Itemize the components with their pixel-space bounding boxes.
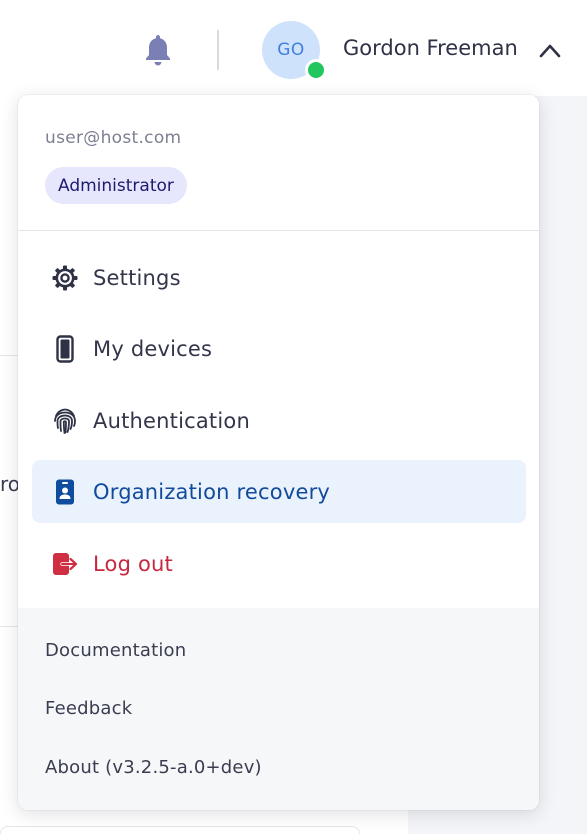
documentation-link[interactable]: Documentation: [45, 640, 186, 661]
logout-icon: [51, 550, 79, 578]
id-badge-icon: [51, 478, 79, 506]
user-menu-dropdown: user@host.com Administrator Settings My …: [18, 95, 539, 810]
role-badge-label: Administrator: [58, 175, 174, 196]
header-divider: [217, 30, 219, 70]
smartphone-icon: [51, 334, 79, 363]
menu-item-label: Settings: [93, 265, 181, 290]
menu-item-label: Organization recovery: [93, 479, 331, 504]
role-badge: Administrator: [45, 167, 187, 204]
gear-icon: [51, 264, 79, 292]
background-bottom-card: [0, 826, 360, 834]
avatar-initials: GO: [277, 40, 305, 60]
bell-icon[interactable]: [142, 33, 174, 67]
menu-item-my-devices[interactable]: My devices: [32, 317, 526, 380]
fingerprint-icon: [51, 407, 79, 435]
menu-item-authentication[interactable]: Authentication: [32, 389, 526, 452]
menu-item-log-out[interactable]: Log out: [32, 532, 526, 595]
user-name[interactable]: Gordon Freeman: [343, 36, 518, 60]
online-status-indicator: [305, 59, 327, 81]
menu-item-label: Authentication: [93, 408, 250, 433]
top-header: GO Gordon Freeman: [0, 0, 587, 96]
menu-item-settings[interactable]: Settings: [32, 246, 526, 309]
feedback-link[interactable]: Feedback: [45, 698, 132, 719]
about-link[interactable]: About (v3.2.5-a.0+dev): [45, 757, 262, 778]
chevron-up-icon[interactable]: [538, 40, 562, 60]
menu-item-label: Log out: [93, 551, 173, 576]
menu-separator: [18, 230, 539, 231]
menu-footer: Documentation Feedback About (v3.2.5-a.0…: [18, 608, 539, 810]
user-email: user@host.com: [45, 128, 182, 148]
menu-item-label: My devices: [93, 336, 213, 361]
menu-item-organization-recovery[interactable]: Organization recovery: [32, 460, 526, 523]
